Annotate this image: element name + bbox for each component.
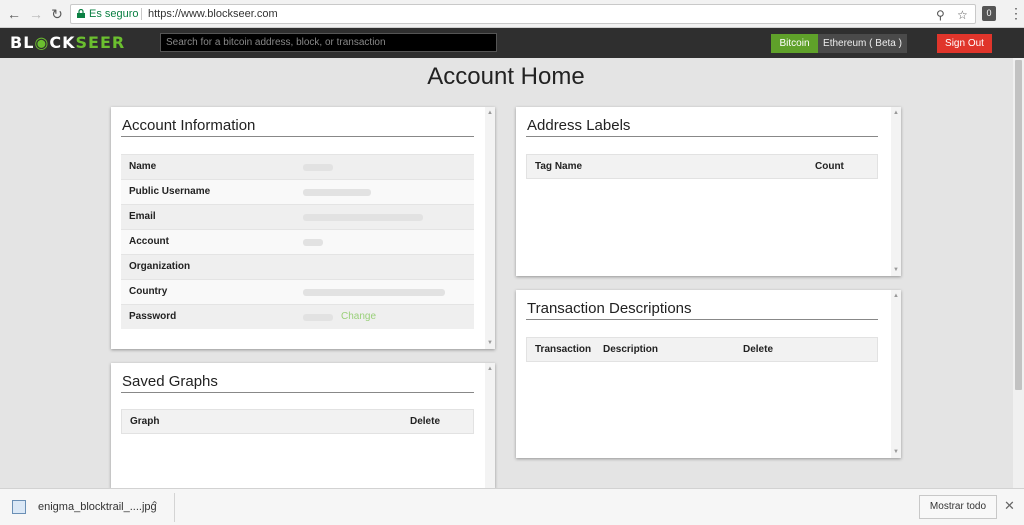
title-rule [121,392,474,393]
scroll-down-icon[interactable]: ▼ [487,340,493,346]
col-transaction: Transaction [535,344,592,355]
address-bar[interactable]: Es seguro https://www.blockseer.com ⚲ ☆ [70,4,976,24]
name-value [303,164,333,171]
download-divider [174,493,175,522]
forward-arrow-icon[interactable]: → [28,6,44,22]
reload-icon[interactable]: ↻ [49,6,65,22]
table-row: Name [121,154,474,179]
address-labels-title: Address Labels [527,117,631,134]
title-rule [526,319,878,320]
image-file-icon[interactable] [12,500,26,514]
show-all-downloads-button[interactable]: Mostrar todo [919,495,997,519]
scroll-up-icon[interactable]: ▲ [487,366,493,372]
col-description: Description [603,344,659,355]
blockseer-logo[interactable]: BL◉CKSEER [10,33,125,52]
transaction-descriptions-title: Transaction Descriptions [527,300,692,317]
title-rule [121,136,474,137]
lock-icon [77,9,85,18]
transaction-descriptions-panel: Transaction Descriptions Transaction Des… [516,290,901,458]
page-title: Account Home [427,63,585,90]
sign-out-button[interactable]: Sign Out [937,34,992,53]
table-row: Country [121,279,474,304]
extension-icon[interactable]: 0 [982,6,996,21]
public-username-value [303,189,371,196]
scroll-up-icon[interactable]: ▲ [893,110,899,116]
col-count: Count [815,161,844,172]
bookmark-star-icon[interactable]: ☆ [957,6,968,24]
table-row: Password Change [121,304,474,329]
saved-graphs-title: Saved Graphs [122,373,218,390]
row-label: Account [129,236,169,247]
scroll-up-icon[interactable]: ▲ [487,110,493,116]
row-label: Public Username [129,186,211,197]
search-input[interactable]: Search for a bitcoin address, block, or … [160,33,497,52]
ethereum-button[interactable]: Ethereum ( Beta ) [818,34,907,53]
col-delete: Delete [743,344,774,355]
scroll-down-icon[interactable]: ▼ [893,267,899,273]
account-value [303,239,323,246]
title-rule [526,136,878,137]
browser-toolbar: ← → ↻ Es seguro https://www.blockseer.co… [0,0,1024,28]
row-label: Password [129,311,177,322]
account-info-title: Account Information [122,117,256,134]
secure-label: Es seguro [89,8,139,20]
scroll-down-icon[interactable]: ▼ [893,449,899,455]
address-labels-table-header: Tag Name Count [526,154,878,179]
table-row: Public Username [121,179,474,204]
address-labels-panel: Address Labels Tag Name Count ▲ ▼ [516,107,901,276]
row-label: Country [129,286,168,297]
row-label: Name [129,161,157,172]
chevron-up-icon[interactable]: ⌃ [150,499,159,512]
back-arrow-icon[interactable]: ← [6,6,22,22]
col-delete: Delete [410,416,441,427]
download-bar: enigma_blocktrail_....jpg ⌃ Mostrar todo… [0,488,1024,525]
scroll-up-icon[interactable]: ▲ [893,293,899,299]
password-value [303,314,333,321]
table-row: Email [121,204,474,229]
row-label: Email [129,211,156,222]
saved-graphs-panel: Saved Graphs Graph Delete ▲ [111,363,495,488]
site-header: BL◉CKSEER Search for a bitcoin address, … [0,28,1024,58]
table-row: Account [121,229,474,254]
col-tag-name: Tag Name [535,161,583,172]
account-info-panel: Account Information Name Public Username… [111,107,495,349]
transaction-descriptions-table-header: Transaction Description Delete [526,337,878,362]
saved-graphs-table-header: Graph Delete [121,409,474,434]
email-value [303,214,423,221]
table-row: Organization [121,254,474,279]
browser-menu-icon[interactable]: ⋮ [1009,5,1023,21]
omnibox-separator [141,8,142,20]
panel-scrollbar[interactable]: ▲ [485,363,495,488]
panel-scrollbar[interactable]: ▲ ▼ [891,107,901,276]
bitcoin-button[interactable]: Bitcoin [771,34,818,53]
page-scrollbar[interactable] [1013,58,1024,488]
download-filename[interactable]: enigma_blocktrail_....jpg [38,501,157,513]
close-icon[interactable]: ✕ [1004,498,1015,514]
page-scrollbar-thumb[interactable] [1015,60,1022,390]
country-value [303,289,445,296]
panel-scrollbar[interactable]: ▲ ▼ [891,290,901,458]
change-password-link[interactable]: Change [341,305,376,329]
panel-scrollbar[interactable]: ▲ ▼ [485,107,495,349]
row-label: Organization [129,261,191,272]
col-graph: Graph [130,416,160,427]
url-text[interactable]: https://www.blockseer.com [148,5,278,23]
zoom-icon[interactable]: ⚲ [936,6,945,24]
